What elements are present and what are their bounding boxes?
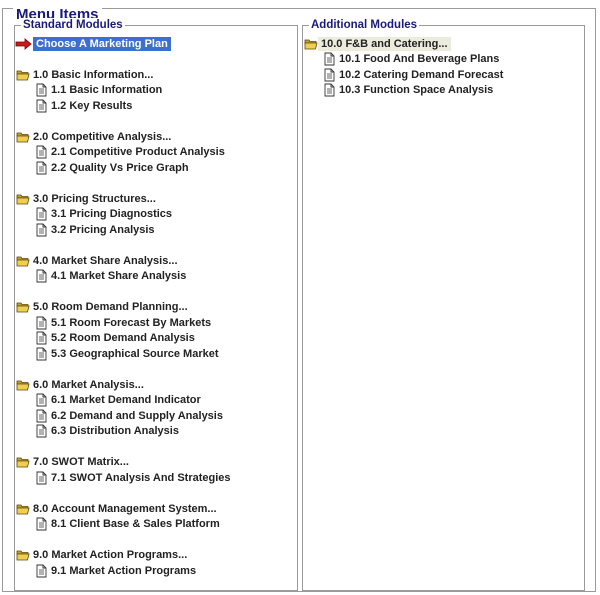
module-item-label: 10.2 Catering Demand Forecast [339, 68, 504, 81]
module-group[interactable]: 7.0 SWOT Matrix... [16, 455, 132, 470]
module-item[interactable]: 5.1 Room Forecast By Markets [34, 315, 214, 330]
document-icon [322, 68, 336, 82]
module-item[interactable]: 3.1 Pricing Diagnostics [34, 207, 175, 222]
module-item-label: 2.1 Competitive Product Analysis [51, 146, 225, 158]
folder-icon [16, 130, 30, 144]
module-group-label: 5.0 Room Demand Planning... [33, 301, 188, 313]
module-item-label: 4.1 Market Share Analysis [51, 270, 187, 282]
folder-icon [304, 37, 318, 51]
module-group[interactable]: 3.0 Pricing Structures... [16, 191, 159, 206]
module-group-label: 2.0 Competitive Analysis... [33, 130, 172, 143]
module-item[interactable]: 10.1 Food And Beverage Plans [322, 52, 502, 67]
module-item-label: 10.1 Food And Beverage Plans [339, 53, 500, 65]
module-item-label: 3.2 Pricing Analysis [51, 223, 155, 236]
folder-icon [16, 192, 30, 206]
module-item-label: 2.2 Quality Vs Price Graph [51, 161, 189, 174]
module-group[interactable]: 6.0 Market Analysis... [16, 377, 147, 392]
module-item[interactable]: 2.2 Quality Vs Price Graph [34, 160, 192, 175]
module-item[interactable]: 10.3 Function Space Analysis [322, 83, 496, 98]
additional-modules-panel: Additional Modules 10.0 F&B and Catering… [302, 18, 585, 591]
folder-icon [16, 455, 30, 469]
document-icon [34, 517, 48, 531]
document-icon [322, 52, 336, 66]
module-item[interactable]: 1.1 Basic Information [34, 83, 165, 98]
module-item[interactable]: 8.1 Client Base & Sales Platform [34, 517, 223, 532]
module-item[interactable]: 1.2 Key Results [34, 98, 135, 113]
module-group-label: 3.0 Pricing Structures... [33, 192, 156, 205]
folder-icon [16, 254, 30, 268]
module-group-label: 7.0 SWOT Matrix... [33, 456, 129, 468]
module-group[interactable]: 4.0 Market Share Analysis... [16, 253, 181, 268]
document-icon [34, 207, 48, 221]
module-item-label: 5.1 Room Forecast By Markets [51, 316, 212, 329]
document-icon [34, 161, 48, 175]
module-item[interactable]: 6.3 Distribution Analysis [34, 424, 182, 439]
document-icon [34, 83, 48, 97]
module-item[interactable]: 3.2 Pricing Analysis [34, 222, 158, 237]
document-icon [34, 564, 48, 578]
document-icon [34, 316, 48, 330]
document-icon [34, 269, 48, 283]
red-arrow-icon [15, 37, 33, 51]
document-icon [34, 145, 48, 159]
module-item-label: 6.2 Demand and Supply Analysis [51, 409, 223, 422]
folder-icon [16, 378, 30, 392]
document-icon [322, 83, 336, 97]
module-group-label: 9.0 Market Action Programs... [33, 549, 188, 561]
module-item[interactable]: 4.1 Market Share Analysis [34, 269, 189, 284]
module-item-label: 7.1 SWOT Analysis And Strategies [51, 471, 231, 484]
choose-marketing-plan-item[interactable]: Choose A Marketing Plan [15, 36, 171, 51]
document-icon [34, 99, 48, 113]
module-item-label: 1.2 Key Results [51, 99, 133, 112]
module-item-label: 9.1 Market Action Programs [51, 564, 197, 577]
document-icon [34, 223, 48, 237]
module-group[interactable]: 2.0 Competitive Analysis... [16, 129, 174, 144]
module-item[interactable]: 5.3 Geographical Source Market [34, 346, 222, 361]
module-item[interactable]: 2.1 Competitive Product Analysis [34, 145, 228, 160]
module-item-label: 5.3 Geographical Source Market [51, 347, 219, 360]
module-group-label: 6.0 Market Analysis... [33, 378, 144, 391]
module-item-label: 10.3 Function Space Analysis [339, 84, 494, 96]
module-group[interactable]: 9.0 Market Action Programs... [16, 548, 190, 563]
standard-modules-panel: Standard Modules Choose A Marketing Plan… [14, 18, 298, 591]
module-group-label: 10.0 F&B and Catering... [318, 36, 451, 51]
module-item-label: 6.1 Market Demand Indicator [51, 394, 201, 406]
module-group-label: 1.0 Basic Information... [33, 68, 154, 81]
module-item[interactable]: 6.2 Demand and Supply Analysis [34, 408, 226, 423]
module-group-label: 8.0 Account Management System... [33, 502, 217, 515]
module-item-label: 3.1 Pricing Diagnostics [51, 208, 173, 220]
module-item[interactable]: 10.2 Catering Demand Forecast [322, 67, 506, 82]
module-group[interactable]: 10.0 F&B and Catering... [304, 36, 451, 51]
choose-marketing-plan-item-label: Choose A Marketing Plan [33, 36, 171, 51]
module-item-label: 8.1 Client Base & Sales Platform [51, 518, 220, 530]
folder-icon [16, 300, 30, 314]
module-item[interactable]: 9.1 Market Action Programs [34, 563, 199, 578]
document-icon [34, 471, 48, 485]
standard-modules-title: Standard Modules [21, 18, 125, 32]
module-group-label: 4.0 Market Share Analysis... [33, 254, 178, 267]
document-icon [34, 347, 48, 361]
document-icon [34, 331, 48, 345]
folder-icon [16, 548, 30, 562]
module-group[interactable]: 8.0 Account Management System... [16, 501, 220, 516]
folder-icon [16, 68, 30, 82]
module-group[interactable]: 5.0 Room Demand Planning... [16, 300, 191, 315]
module-item[interactable]: 7.1 SWOT Analysis And Strategies [34, 470, 234, 485]
folder-icon [16, 502, 30, 516]
module-item-label: 6.3 Distribution Analysis [51, 425, 179, 437]
module-item-label: 1.1 Basic Information [51, 84, 163, 96]
module-item[interactable]: 5.2 Room Demand Analysis [34, 331, 198, 346]
module-item-label: 5.2 Room Demand Analysis [51, 332, 195, 344]
document-icon [34, 409, 48, 423]
additional-modules-title: Additional Modules [309, 18, 420, 32]
document-icon [34, 424, 48, 438]
document-icon [34, 393, 48, 407]
module-group[interactable]: 1.0 Basic Information... [16, 67, 156, 82]
module-item[interactable]: 6.1 Market Demand Indicator [34, 393, 204, 408]
